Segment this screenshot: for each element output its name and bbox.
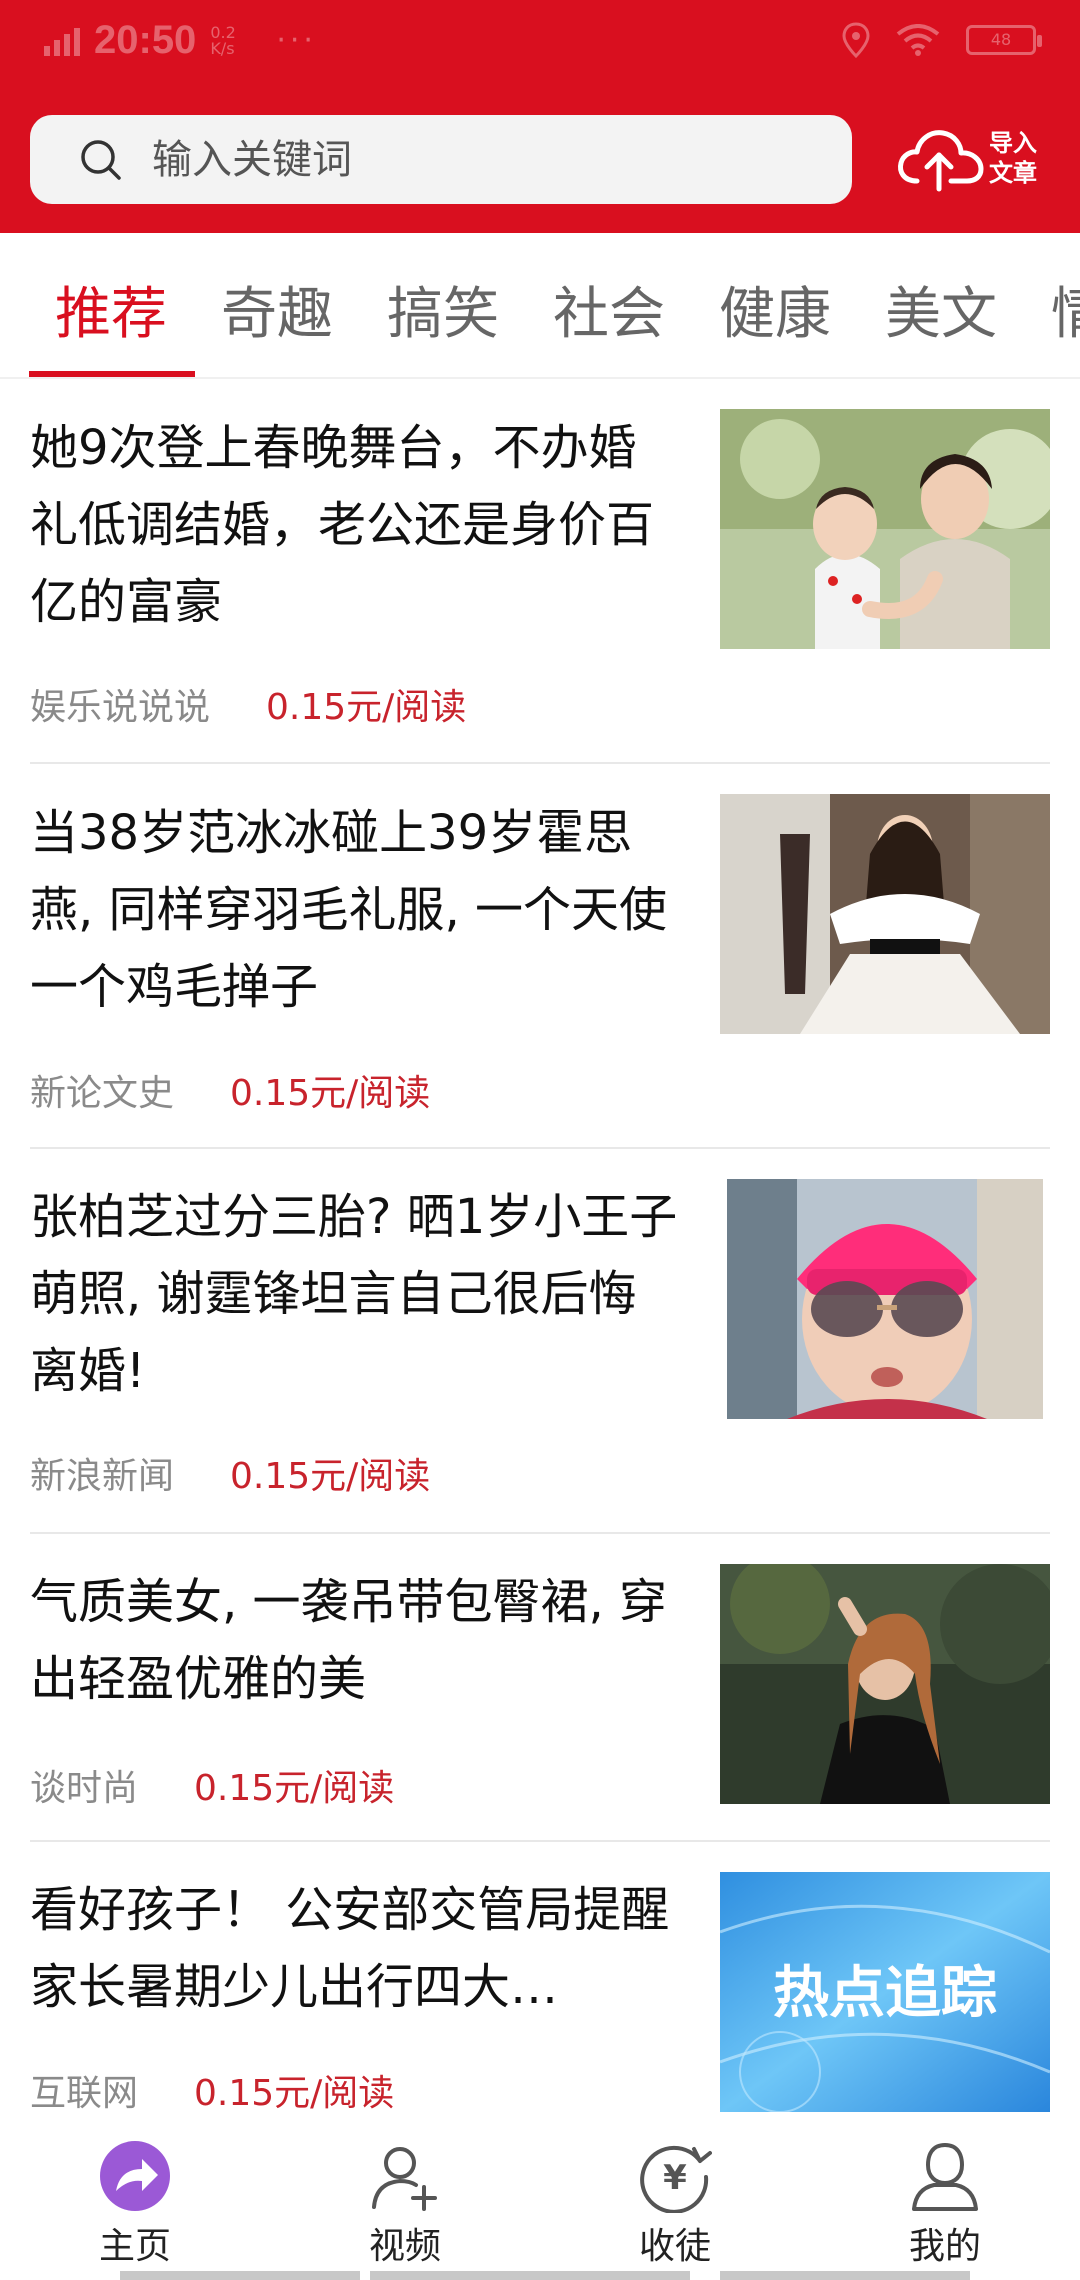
nav-recruit[interactable]: ¥ 收徒 [595, 2139, 755, 2269]
article-reward: 0.15元/阅读 [194, 1768, 395, 1809]
thumbnail-banner-text: 热点追踪 [773, 1961, 997, 2026]
cloud-upload-icon [898, 130, 984, 192]
status-bar: 20:50 0.2 K/s ··· 48 [0, 0, 1080, 84]
nav-home[interactable]: 主页 [55, 2139, 215, 2269]
article-thumbnail[interactable] [720, 794, 1050, 1034]
user-add-icon [372, 2147, 437, 2211]
location-icon [842, 22, 870, 58]
category-tabs: 推荐 奇趣 搞笑 社会 健康 美文 情 [0, 233, 1080, 379]
status-time: 20:50 [94, 18, 197, 62]
article-source: 互联网 [30, 2073, 139, 2114]
article-title[interactable]: 气质美女, 一袭吊带包臀裙, 穿出轻盈优雅的美 [30, 1564, 680, 1718]
import-article-button[interactable]: 导入文章 [895, 118, 1055, 198]
article-source: 新浪新闻 [30, 1456, 175, 1497]
article-item[interactable]: 张柏芝过分三胎? 晒1岁小王子萌照, 谢霆锋坦言自己很后悔离婚! 新浪新闻 0.… [30, 1149, 1050, 1534]
more-status-icon: ··· [276, 23, 317, 58]
battery-icon: 48 [966, 25, 1042, 55]
tab-recommend[interactable]: 推荐 [55, 269, 167, 350]
tab-society[interactable]: 社会 [553, 269, 665, 350]
battery-level: 48 [990, 30, 1012, 49]
article-reward: 0.15元/阅读 [266, 687, 467, 728]
article-meta: 互联网 0.15元/阅读 [30, 2064, 394, 2116]
gesture-hint [370, 2271, 690, 2280]
bottom-nav: 主页 视频 ¥ 收徒 我的 [0, 2125, 1080, 2280]
article-meta: 娱乐说说说 0.15元/阅读 [30, 678, 466, 730]
signal-icon [44, 26, 80, 56]
search-input[interactable] [152, 136, 802, 183]
article-item[interactable]: 气质美女, 一袭吊带包臀裙, 穿出轻盈优雅的美 谈时尚 0.15元/阅读 [30, 1534, 1050, 1842]
article-title[interactable]: 她9次登上春晚舞台，不办婚礼低调结婚，老公还是身价百亿的富豪 [30, 410, 680, 641]
tab-essays[interactable]: 美文 [885, 269, 997, 350]
tab-emotion[interactable]: 情 [1051, 269, 1080, 350]
article-reward: 0.15元/阅读 [194, 2073, 395, 2114]
article-thumbnail[interactable] [720, 1564, 1050, 1804]
tab-humor[interactable]: 搞笑 [387, 269, 499, 350]
nav-video[interactable]: 视频 [325, 2139, 485, 2269]
article-meta: 新论文史 0.15元/阅读 [30, 1064, 430, 1116]
article-thumbnail[interactable]: 热点追踪 [720, 1872, 1050, 2112]
article-item[interactable]: 当38岁范冰冰碰上39岁霍思燕, 同样穿羽毛礼服, 一个天使一个鸡毛掸子 新论文… [30, 764, 1050, 1149]
header: 20:50 0.2 K/s ··· 48 输入关键词 导入文章 [0, 0, 1080, 233]
nav-video-label: 视频 [368, 2226, 441, 2267]
wifi-icon [896, 24, 940, 56]
nav-profile[interactable]: 我的 [865, 2139, 1025, 2269]
yuan-icon: ¥ [640, 2145, 712, 2213]
article-item[interactable]: 看好孩子！ 公安部交管局提醒家长暑期少儿出行四大… 互联网 0.15元/阅读 热… [30, 1842, 1050, 2142]
search-bar[interactable] [30, 115, 852, 204]
tab-health[interactable]: 健康 [719, 269, 831, 350]
home-share-icon [100, 2141, 170, 2211]
article-title[interactable]: 当38岁范冰冰碰上39岁霍思燕, 同样穿羽毛礼服, 一个天使一个鸡毛掸子 [30, 795, 680, 1026]
article-meta: 谈时尚 0.15元/阅读 [30, 1759, 394, 1811]
article-item[interactable]: 她9次登上春晚舞台，不办婚礼低调结婚，老公还是身价百亿的富豪 娱乐说说说 0.1… [30, 380, 1050, 764]
article-reward: 0.15元/阅读 [230, 1073, 431, 1114]
nav-recruit-label: 收徒 [638, 2226, 711, 2267]
article-source: 娱乐说说说 [30, 687, 211, 728]
nav-home-label: 主页 [98, 2226, 171, 2267]
network-speed: 0.2 K/s [210, 22, 236, 58]
article-source: 新论文史 [30, 1073, 175, 1114]
active-tab-indicator [29, 371, 195, 377]
person-icon [912, 2142, 978, 2211]
import-article-label: 导入文章 [989, 129, 1037, 187]
article-meta: 新浪新闻 0.15元/阅读 [30, 1447, 430, 1499]
search-icon [81, 139, 121, 180]
article-thumbnail[interactable] [727, 1179, 1043, 1419]
nav-profile-label: 我的 [908, 2226, 981, 2267]
article-title[interactable]: 看好孩子！ 公安部交管局提醒家长暑期少儿出行四大… [30, 1872, 680, 2026]
article-title[interactable]: 张柏芝过分三胎? 晒1岁小王子萌照, 谢霆锋坦言自己很后悔离婚! [30, 1179, 680, 1410]
article-reward: 0.15元/阅读 [230, 1456, 431, 1497]
tab-fun[interactable]: 奇趣 [221, 269, 333, 350]
article-thumbnail[interactable] [720, 409, 1050, 649]
gesture-hint [120, 2271, 360, 2280]
article-source: 谈时尚 [30, 1768, 139, 1809]
gesture-hint [720, 2271, 970, 2280]
svg-text:¥: ¥ [663, 2158, 687, 2198]
